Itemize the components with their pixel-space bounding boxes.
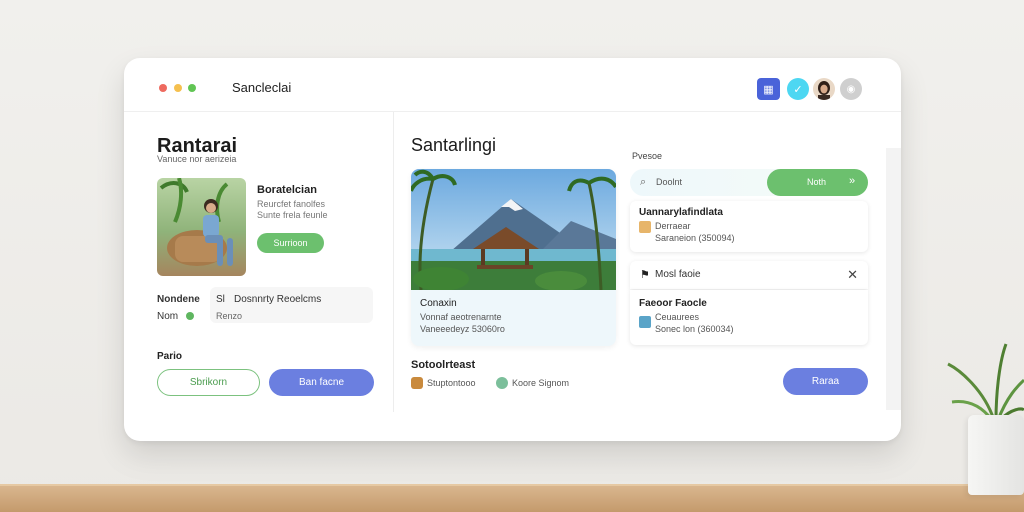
middle-heading: Santarlingi — [411, 135, 497, 155]
left-subheading: Vanuce nor aerizeia — [157, 154, 237, 164]
app-window: Sancleclai ▦ ✓ ◉ Rantarai Vanuce nor aer… — [124, 58, 901, 441]
title-bar: Sancleclai ▦ ✓ ◉ — [124, 58, 901, 112]
status-dot-icon — [186, 312, 194, 320]
info-prefix: Sl — [216, 294, 225, 305]
info-value-2: Renzo — [216, 311, 243, 321]
profile-action-button[interactable]: Surrioon — [257, 233, 324, 253]
plant-pot — [968, 415, 1024, 495]
landscape-image — [411, 169, 616, 290]
left-bottom-label: Pario — [157, 351, 183, 362]
result-2-line-1: Ceuaurees — [655, 312, 700, 322]
minimize-window-button[interactable] — [174, 84, 182, 92]
card-title: Conaxin — [420, 298, 457, 309]
chevron-right-icon: » — [849, 175, 856, 187]
search-input[interactable]: Doolnt — [656, 177, 682, 187]
calendar-icon[interactable]: ▦ — [757, 78, 780, 100]
avatar[interactable] — [813, 78, 835, 100]
result-1-line-1: Derraear — [655, 221, 691, 231]
maximize-window-button[interactable] — [188, 84, 196, 92]
secondary-button[interactable]: Sbrikorn — [157, 369, 260, 396]
primary-button-left[interactable]: Ban facne — [269, 369, 374, 396]
destination-card[interactable]: Conaxin Vonnaf aeotrenarnte Vaneeedeyz 5… — [411, 169, 616, 346]
profile-photo — [157, 178, 246, 276]
result-card-1[interactable]: Uannarylafindlata Derraear Saraneion (35… — [630, 201, 868, 252]
result-1-line-2: Saraneion (350094) — [655, 233, 735, 243]
primary-button-right[interactable]: Raraa — [783, 368, 868, 395]
info-label-1: Nondene — [157, 294, 200, 305]
result-2-line-2: Sonec lon (360034) — [655, 324, 734, 334]
scrollbar[interactable] — [886, 148, 901, 410]
close-icon[interactable]: ✕ — [847, 267, 858, 283]
info-value-1: Dosnnrty Reoelcms — [234, 294, 322, 305]
search-button-label: Noth — [807, 177, 827, 187]
search-icon: ⌕ — [640, 176, 647, 188]
result-card-2[interactable]: Faeoor Faocle Ceuaurees Sonec lon (36003… — [630, 290, 868, 345]
profile-line-1: Reurcfet fanolfes — [257, 199, 326, 209]
right-label: Pvesoe — [632, 151, 663, 161]
chip-1[interactable]: Stuptontooo — [411, 377, 476, 389]
result-2-title: Faeoor Faocle — [639, 298, 707, 309]
profile-line-2: Sunte frela feunle — [257, 210, 328, 220]
chip-1-label: Stuptontooo — [427, 378, 476, 388]
card-line-1: Vonnaf aeotrenarnte — [420, 312, 502, 322]
result-1-title: Uannarylafindlata — [639, 207, 723, 218]
document-icon — [639, 221, 651, 233]
panel-header: ⚑ Mosl faoie ✕ — [630, 261, 868, 289]
profile-name: Boratelcian — [257, 184, 317, 196]
grid-icon — [411, 377, 423, 389]
image-icon — [639, 316, 651, 328]
search-bar[interactable]: ⌕ Doolnt Noth » — [630, 169, 868, 196]
flag-icon: ⚑ — [640, 269, 650, 281]
middle-section-title: Sotoolrteast — [411, 359, 476, 371]
search-button[interactable]: Noth » — [767, 169, 868, 196]
close-window-button[interactable] — [159, 84, 167, 92]
column-divider — [393, 112, 394, 412]
info-label-2: Nom — [157, 311, 179, 322]
app-title: Sancleclai — [232, 80, 292, 95]
panel-header-title: Mosl faoie — [655, 269, 701, 280]
card-line-2: Vaneeedeyz 53060ro — [420, 324, 505, 334]
circle-icon — [496, 377, 508, 389]
wooden-shelf — [0, 484, 1024, 512]
chip-2-label: Koore Signom — [512, 378, 570, 388]
chip-2[interactable]: Koore Signom — [496, 377, 569, 389]
check-icon[interactable]: ✓ — [787, 78, 809, 100]
user-icon[interactable]: ◉ — [840, 78, 862, 100]
